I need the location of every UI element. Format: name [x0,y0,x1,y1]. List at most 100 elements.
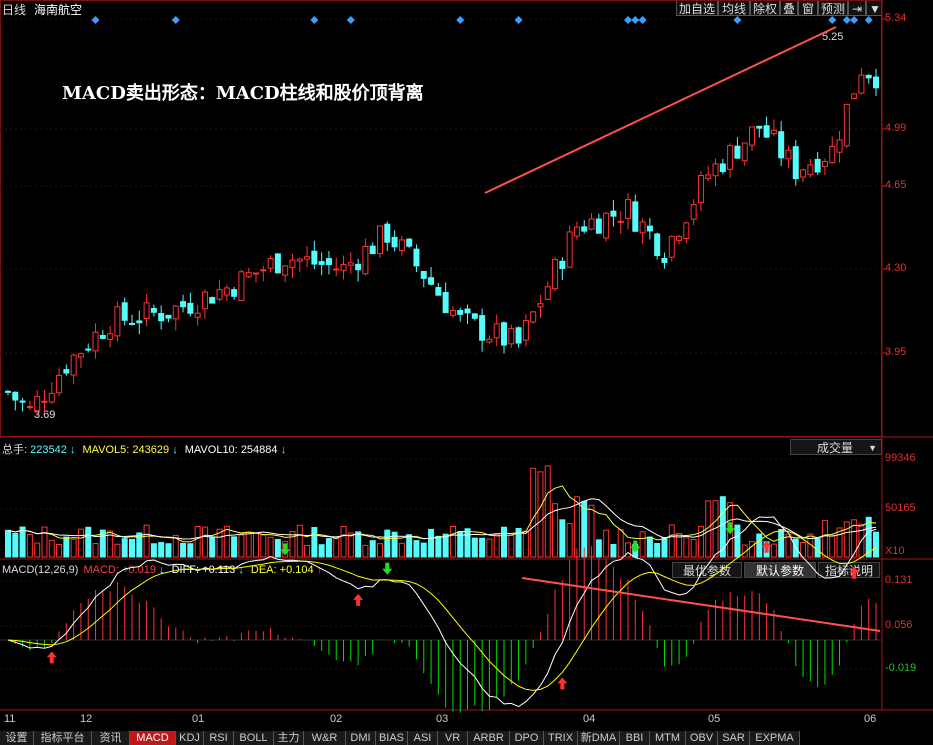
price-candle [544,286,551,300]
price-candle [48,392,55,403]
tab-20[interactable]: SAR [718,731,750,745]
volume-bar [646,536,653,558]
tab-14[interactable]: DPO [510,731,544,745]
volume-bar [471,537,478,558]
tab-16[interactable]: 新DMA [578,731,620,745]
price-candle [274,253,281,274]
price-candle [573,226,580,237]
price-candle [595,218,602,234]
tab-19[interactable]: OBV [686,731,718,745]
tab-0[interactable]: 设置 [0,731,34,745]
price-candle [165,314,172,319]
stock-chart-svg [0,0,933,713]
volume-bar [807,533,814,558]
price-candle [625,199,631,219]
price-candle [756,125,763,129]
tab-3[interactable]: MACD [130,731,176,745]
tab-18[interactable]: MTM [650,731,686,745]
tab-6[interactable]: BOLL [234,731,274,745]
volume-bar [836,527,843,558]
price-candle [770,129,777,135]
price-candle [515,327,522,344]
tab-13[interactable]: ARBR [468,731,510,745]
volume-bar [442,533,449,558]
volume-bar [770,543,777,558]
tab-5[interactable]: RSI [204,731,234,745]
indicator-selector-label: 成交量 [817,441,854,455]
macd-name: MACD(12,26,9) [2,564,79,576]
window-button[interactable]: 窗 [798,0,818,16]
volume-bar [559,519,566,558]
indicator-help-button[interactable]: 指标说明 [818,562,880,578]
volume-bar [158,542,165,558]
tab-4[interactable]: KDJ [176,731,204,745]
volume-bar [260,534,267,558]
price-candle [201,291,208,310]
tab-12[interactable]: VR [438,731,468,745]
date-tick: 02 [330,713,343,725]
tab-9[interactable]: DMI [346,731,376,745]
volume-bar [843,521,850,558]
mavol5-value: 243629 [132,444,170,456]
volume-bar [858,523,865,558]
tab-17[interactable]: BBI [620,731,650,745]
volume-bar [70,538,77,558]
volume-bar [785,533,792,558]
macd-label: MACD: [83,564,119,576]
volume-bar [763,541,770,558]
price-candle [449,309,456,316]
volume-bar [428,528,435,558]
volume-bar [267,536,274,558]
price-candle [464,308,471,314]
date-tick: 11 [4,713,16,725]
price-candle [471,313,478,319]
dea-line [7,530,877,691]
indicator-selector[interactable]: 成交量 ▼ [790,439,882,455]
pin-icon[interactable]: ⇥ [848,0,866,16]
moving-average-button[interactable]: 均线 [718,0,750,16]
volume-bar [282,540,289,558]
dropdown-icon[interactable]: ▼ [866,0,882,16]
volume-bar [814,538,821,558]
volume-bar [223,525,230,558]
default-params-button[interactable]: 默认参数 [744,562,816,578]
volume-bar [821,519,828,558]
volume-bar [719,496,726,558]
optimal-params-button[interactable]: 最优参数 [672,562,742,578]
tab-7[interactable]: 主力 [274,731,304,745]
price-candle [267,257,274,269]
mavol10-value: 254884 [240,444,278,456]
price-candle [610,210,617,217]
tab-10[interactable]: BIAS [376,731,408,745]
diff-value: +0.113 [202,564,236,576]
price-candle [851,93,858,99]
price-candle [493,323,500,339]
price-panel-frame [0,0,882,437]
overlay-button[interactable]: 叠 [780,0,798,16]
price-candle [829,145,836,164]
signal-diamond [310,16,319,24]
signal-diamond [733,16,742,24]
ex-rights-button[interactable]: 除权 [750,0,780,16]
tab-11[interactable]: ASI [408,731,438,745]
tab-2[interactable]: 资讯 [92,731,130,745]
tab-8[interactable]: W&R [304,731,346,745]
down-arrow-icon: ↓ [172,444,178,456]
price-candle [508,328,515,345]
volume-bar [661,536,668,558]
price-candle [479,315,486,341]
price-candle [690,204,697,220]
tab-1[interactable]: 指标平台 [34,731,92,745]
total-label: 总手: [2,444,28,456]
price-candle [19,400,26,403]
price-candle [683,222,690,239]
signal-diamond [842,16,851,24]
forecast-button[interactable]: 预测 [818,0,848,16]
tab-21[interactable]: EXPMA [750,731,800,745]
volume-bar [216,528,223,558]
volume-bar [318,544,325,558]
buy-arrow-icon [761,540,772,553]
price-candle [435,287,442,296]
add-watchlist-button[interactable]: 加自选 [676,0,718,16]
tab-15[interactable]: TRIX [544,731,578,745]
